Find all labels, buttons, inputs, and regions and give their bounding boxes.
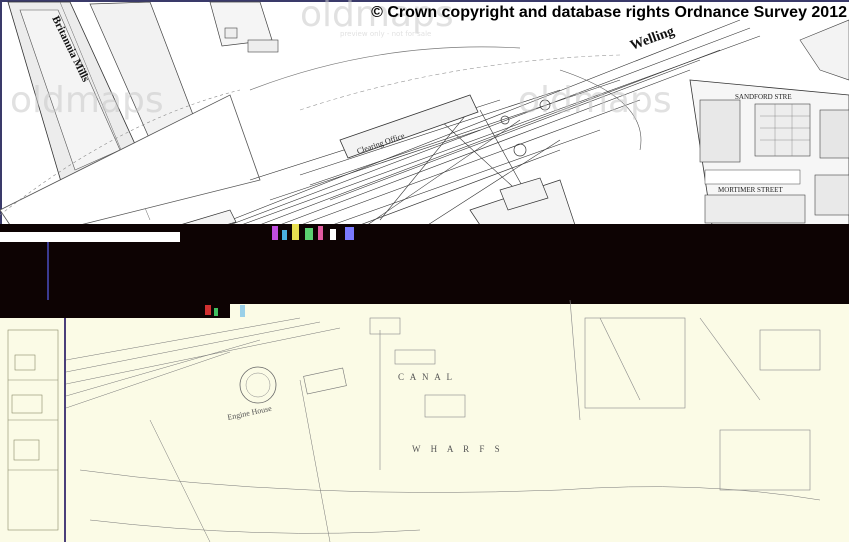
copyright-notice: © Crown copyright and database rights Or… — [371, 4, 847, 21]
sandford-street-label: SANDFORD STRE — [735, 93, 792, 101]
mortimer-street-label: MORTIMER STREET — [718, 186, 783, 194]
watermark-preview-note: preview only - not for sale — [340, 30, 431, 38]
wharfs-label: W H A R F S — [412, 444, 504, 454]
watermark-brand-left: oldmaps — [10, 80, 164, 121]
corrupted-tile-band-lower — [0, 298, 230, 318]
canal-label: C A N A L — [398, 372, 454, 382]
band-gap — [0, 232, 180, 242]
watermark-brand-right: oldmaps — [518, 80, 672, 121]
lower-map-paper — [0, 300, 849, 542]
historic-map[interactable]: Clearing Office SANDFORD STRE MORTIMER S… — [0, 0, 849, 542]
corrupted-tile-band — [0, 240, 849, 304]
map-viewport[interactable]: Clearing Office SANDFORD STRE MORTIMER S… — [0, 0, 849, 542]
